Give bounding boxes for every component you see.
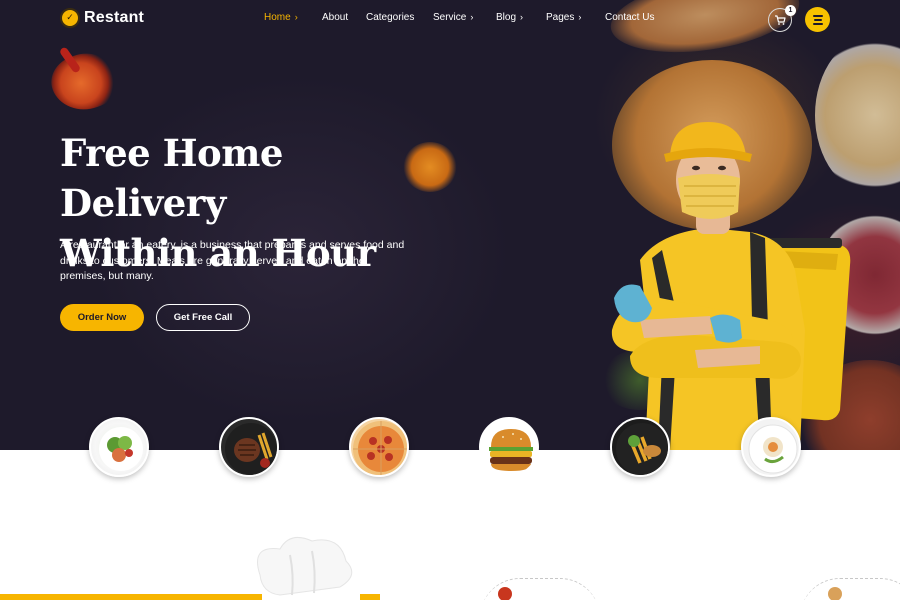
cart-count-badge: 1 bbox=[785, 5, 796, 16]
nav-item-home[interactable]: Home › bbox=[264, 12, 298, 23]
pizza-icon bbox=[353, 421, 407, 475]
nav-item-label: Pages bbox=[546, 12, 575, 23]
nav-item-categories[interactable]: Categories bbox=[366, 12, 414, 23]
fries-mini-icon bbox=[498, 587, 512, 600]
nav-item-pages[interactable]: Pages › bbox=[546, 12, 581, 23]
nav-item-label: Blog bbox=[496, 12, 517, 23]
category-steak[interactable] bbox=[219, 417, 279, 477]
chevron-right-icon: › bbox=[470, 12, 474, 22]
nav-item-label: About bbox=[322, 12, 349, 23]
nav-item-label: Categories bbox=[366, 12, 415, 23]
hero-description: A restaurant or an eatery, is a business… bbox=[60, 239, 405, 282]
logo-text: Restant bbox=[84, 9, 145, 26]
food-mini-icon bbox=[828, 587, 842, 600]
hero-title-line1: Free Home Delivery bbox=[60, 131, 283, 225]
nav-item-contact[interactable]: Contact Us bbox=[605, 12, 654, 23]
order-now-button[interactable]: Order Now bbox=[60, 304, 144, 331]
nav-item-blog[interactable]: Blog › bbox=[496, 12, 523, 23]
dessert-icon bbox=[748, 424, 798, 474]
chevron-right-icon: › bbox=[578, 12, 582, 22]
category-pizza[interactable] bbox=[349, 417, 409, 477]
dashed-path-decoration bbox=[800, 578, 900, 600]
chevron-right-icon: › bbox=[520, 12, 524, 22]
cart-icon bbox=[775, 15, 786, 25]
get-free-call-button[interactable]: Get Free Call bbox=[156, 304, 250, 331]
hero-section: ✓ Restant Home › About Categories Servic… bbox=[0, 0, 900, 450]
nav-item-about[interactable]: About bbox=[322, 12, 348, 23]
hamburger-icon-line bbox=[812, 22, 823, 25]
burger-icon bbox=[489, 429, 533, 471]
fish-and-chips-icon bbox=[616, 423, 668, 475]
nav-item-service[interactable]: Service › bbox=[433, 12, 473, 23]
hamburger-icon-line bbox=[813, 18, 822, 21]
nav-item-label: Home bbox=[264, 12, 291, 23]
chef-hat-image bbox=[257, 536, 353, 596]
menu-toggle-button[interactable] bbox=[805, 7, 830, 32]
salad-icon bbox=[99, 427, 143, 471]
category-dessert[interactable] bbox=[741, 417, 801, 477]
nav-item-label: Contact Us bbox=[605, 12, 655, 23]
page: ✓ Restant Home › About Categories Servic… bbox=[0, 0, 900, 600]
category-salad[interactable] bbox=[89, 417, 149, 477]
top-navbar: ✓ Restant Home › About Categories Servic… bbox=[0, 0, 900, 40]
hamburger-icon bbox=[812, 14, 823, 17]
section-accent-bar-small bbox=[360, 594, 380, 600]
delivery-man-image bbox=[611, 122, 851, 450]
category-fish-chips[interactable] bbox=[610, 417, 670, 477]
nav-item-label: Service bbox=[433, 12, 467, 23]
logo-mark-icon: ✓ bbox=[60, 8, 80, 28]
logo[interactable]: ✓ Restant bbox=[60, 8, 144, 28]
chili-spice-decoration bbox=[44, 44, 124, 120]
section-accent-bar bbox=[0, 594, 262, 600]
category-burger[interactable] bbox=[479, 417, 539, 477]
chevron-right-icon: › bbox=[294, 12, 298, 22]
steak-icon bbox=[225, 423, 277, 475]
